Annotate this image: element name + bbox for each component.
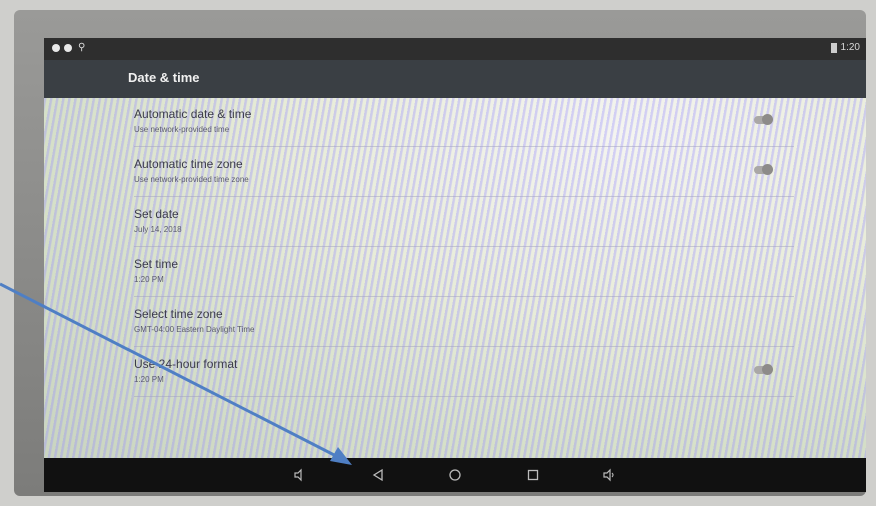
- setting-title: Automatic date & time: [134, 107, 252, 121]
- status-time: 1:20: [840, 42, 860, 53]
- page-title: Date & time: [128, 70, 200, 85]
- settings-list: Automatic date & time Use network-provid…: [44, 98, 866, 458]
- toggle-knob: [762, 114, 773, 125]
- setting-subtitle: Use network-provided time zone: [134, 175, 249, 184]
- automatic-time-zone-toggle[interactable]: [754, 164, 773, 175]
- setting-use-24-hour-format[interactable]: Use 24-hour format 1:20 PM: [134, 348, 794, 397]
- setting-title: Set time: [134, 257, 179, 271]
- device-screen: ⚲ 1:20 Date & time Automatic date & time…: [44, 38, 866, 492]
- setting-set-time[interactable]: Set time 1:20 PM: [134, 248, 794, 297]
- setting-automatic-date-time[interactable]: Automatic date & time Use network-provid…: [134, 98, 794, 147]
- navigation-bar: [44, 458, 866, 492]
- use-24-hour-format-toggle[interactable]: [754, 364, 773, 375]
- setting-select-time-zone[interactable]: Select time zone GMT-04:00 Eastern Dayli…: [134, 298, 794, 347]
- status-bar: ⚲ 1:20: [44, 38, 866, 60]
- setting-subtitle: 1:20 PM: [134, 275, 164, 284]
- home-icon[interactable]: [447, 467, 463, 483]
- setting-automatic-time-zone[interactable]: Automatic time zone Use network-provided…: [134, 148, 794, 197]
- toggle-knob: [762, 164, 773, 175]
- back-icon[interactable]: [370, 467, 386, 483]
- setting-subtitle: July 14, 2018: [134, 225, 182, 234]
- usb-icon: ⚲: [78, 42, 86, 53]
- notification-dot-icon: [52, 43, 60, 52]
- setting-subtitle: GMT-04:00 Eastern Daylight Time: [134, 325, 255, 334]
- notification-icons: ⚲: [52, 42, 85, 53]
- setting-title: Select time zone: [134, 307, 223, 321]
- volume-up-icon[interactable]: [602, 467, 618, 483]
- volume-down-icon[interactable]: [292, 467, 308, 483]
- battery-icon: [830, 42, 837, 53]
- automatic-date-time-toggle[interactable]: [754, 114, 773, 125]
- setting-title: Set date: [134, 207, 179, 221]
- setting-subtitle: 1:20 PM: [134, 375, 164, 384]
- setting-title: Automatic time zone: [134, 157, 243, 171]
- setting-title: Use 24-hour format: [134, 357, 238, 371]
- setting-subtitle: Use network-provided time: [134, 125, 230, 134]
- setting-set-date[interactable]: Set date July 14, 2018: [134, 198, 794, 247]
- notification-dot-icon: [64, 43, 72, 52]
- toggle-knob: [762, 364, 773, 375]
- recents-icon[interactable]: [525, 467, 541, 483]
- status-right: 1:20: [830, 42, 860, 53]
- app-bar: Date & time: [44, 60, 866, 98]
